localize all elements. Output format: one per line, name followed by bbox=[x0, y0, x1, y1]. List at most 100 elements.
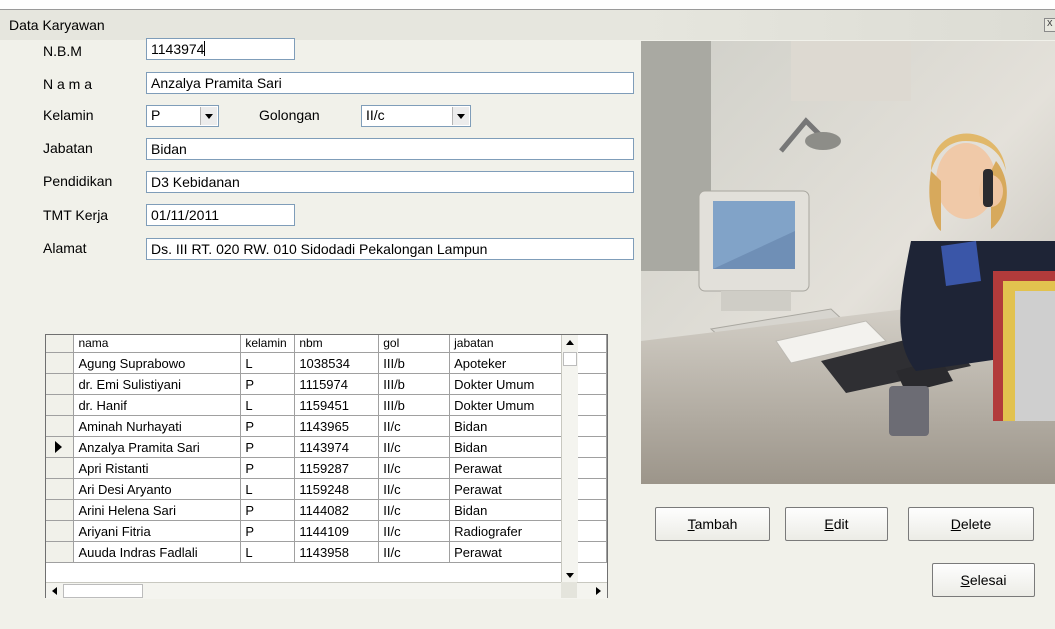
table-cell-kelamin[interactable]: L bbox=[240, 478, 296, 500]
table-cell-gol[interactable]: II/c bbox=[378, 415, 451, 437]
table-row[interactable]: Arini Helena Sari P 1144082 II/c Bidan bbox=[46, 499, 607, 521]
table-cell-nbm[interactable]: 1144082 bbox=[294, 499, 380, 521]
table-cell-jabatan[interactable]: Dokter Umum bbox=[449, 373, 607, 395]
row-indicator[interactable] bbox=[46, 520, 75, 542]
table-cell-nama[interactable]: Agung Suprabowo bbox=[73, 352, 242, 374]
scroll-down-icon[interactable] bbox=[562, 567, 578, 583]
column-header-gol[interactable]: gol bbox=[378, 335, 451, 353]
nama-field[interactable]: Anzalya Pramita Sari bbox=[146, 72, 634, 94]
tmt-field[interactable]: 01/11/2011 bbox=[146, 204, 295, 226]
table-cell-jabatan[interactable]: Bidan bbox=[449, 436, 607, 458]
table-cell-jabatan[interactable]: Bidan bbox=[449, 415, 607, 437]
table-row[interactable]: Anzalya Pramita Sari P 1143974 II/c Bidan bbox=[46, 436, 607, 458]
table-cell-nama[interactable]: Auuda Indras Fadlali bbox=[73, 541, 242, 563]
delete-button[interactable]: Delete bbox=[908, 507, 1034, 541]
table-cell-gol[interactable]: III/b bbox=[378, 394, 451, 416]
row-indicator[interactable] bbox=[46, 478, 75, 500]
grid-horizontal-scrollbar[interactable] bbox=[46, 582, 607, 599]
table-cell-gol[interactable]: II/c bbox=[378, 436, 451, 458]
table-row[interactable]: dr. Emi Sulistiyani P 1115974 III/b Dokter U… bbox=[46, 373, 607, 395]
table-row[interactable]: Aminah Nurhayati P 1143965 II/c Bidan bbox=[46, 415, 607, 437]
row-indicator[interactable] bbox=[46, 352, 75, 374]
table-cell-nama[interactable]: dr. Emi Sulistiyani bbox=[73, 373, 242, 395]
grid-vertical-scrollbar[interactable] bbox=[561, 335, 578, 585]
table-cell-jabatan[interactable]: Perawat bbox=[449, 457, 607, 479]
table-cell-jabatan[interactable]: Radiografer bbox=[449, 520, 607, 542]
table-cell-gol[interactable]: III/b bbox=[378, 352, 451, 374]
table-cell-jabatan[interactable]: Apoteker bbox=[449, 352, 607, 374]
tambah-button[interactable]: Tambah bbox=[655, 507, 770, 541]
golongan-select[interactable]: II/c bbox=[361, 105, 471, 127]
table-cell-nama[interactable]: Arini Helena Sari bbox=[73, 499, 242, 521]
table-cell-nbm[interactable]: 1159248 bbox=[294, 478, 380, 500]
table-cell-gol[interactable]: II/c bbox=[378, 478, 451, 500]
scroll-up-icon[interactable] bbox=[562, 335, 578, 351]
table-cell-nama[interactable]: Anzalya Pramita Sari bbox=[73, 436, 242, 458]
table-cell-gol[interactable]: II/c bbox=[378, 520, 451, 542]
table-cell-jabatan[interactable]: Perawat bbox=[449, 541, 607, 563]
table-cell-jabatan[interactable]: Bidan bbox=[449, 499, 607, 521]
table-cell-kelamin[interactable]: P bbox=[240, 436, 296, 458]
table-cell-nbm[interactable]: 1159287 bbox=[294, 457, 380, 479]
chevron-down-icon[interactable] bbox=[200, 107, 217, 125]
table-cell-kelamin[interactable]: L bbox=[240, 394, 296, 416]
table-cell-kelamin[interactable]: P bbox=[240, 415, 296, 437]
table-cell-nbm[interactable]: 1143965 bbox=[294, 415, 380, 437]
selesai-button[interactable]: Selesai bbox=[932, 563, 1035, 597]
table-row[interactable]: Ari Desi Aryanto L 1159248 II/c Perawat bbox=[46, 478, 607, 500]
table-cell-nbm[interactable]: 1115974 bbox=[294, 373, 380, 395]
row-indicator[interactable] bbox=[46, 436, 75, 458]
scroll-thumb[interactable] bbox=[563, 352, 577, 366]
edit-button[interactable]: Edit bbox=[785, 507, 888, 541]
table-cell-nbm[interactable]: 1159451 bbox=[294, 394, 380, 416]
close-icon[interactable] bbox=[1044, 17, 1055, 32]
row-indicator[interactable] bbox=[46, 457, 75, 479]
pendidikan-field[interactable]: D3 Kebidanan bbox=[146, 171, 634, 193]
table-row[interactable]: Agung Suprabowo L 1038534 III/b Apoteker bbox=[46, 352, 607, 374]
table-cell-nama[interactable]: Apri Ristanti bbox=[73, 457, 242, 479]
table-cell-kelamin[interactable]: P bbox=[240, 373, 296, 395]
table-cell-nama[interactable]: Aminah Nurhayati bbox=[73, 415, 242, 437]
table-row[interactable]: Apri Ristanti P 1159287 II/c Perawat bbox=[46, 457, 607, 479]
table-cell-kelamin[interactable]: P bbox=[240, 520, 296, 542]
scroll-right-icon[interactable] bbox=[590, 583, 606, 599]
table-cell-nama[interactable]: Ari Desi Aryanto bbox=[73, 478, 242, 500]
column-header-nbm[interactable]: nbm bbox=[294, 335, 380, 353]
row-indicator[interactable] bbox=[46, 415, 75, 437]
table-cell-gol[interactable]: II/c bbox=[378, 541, 451, 563]
row-indicator[interactable] bbox=[46, 499, 75, 521]
table-cell-nbm[interactable]: 1144109 bbox=[294, 520, 380, 542]
row-indicator[interactable] bbox=[46, 541, 75, 563]
title-bar: Data Karyawan bbox=[0, 10, 1055, 40]
table-cell-nbm[interactable]: 1143974 bbox=[294, 436, 380, 458]
nbm-field[interactable]: 1143974 bbox=[146, 38, 295, 60]
employee-grid[interactable]: nama kelamin nbm gol jabatan Agung Suprabowo L… bbox=[45, 334, 608, 598]
column-header-nama[interactable]: nama bbox=[73, 335, 242, 353]
chevron-down-icon[interactable] bbox=[452, 107, 469, 125]
table-row[interactable]: dr. Hanif L 1159451 III/b Dokter Umum bbox=[46, 394, 607, 416]
scroll-left-icon[interactable] bbox=[46, 583, 62, 599]
jabatan-field[interactable]: Bidan bbox=[146, 138, 634, 160]
table-row[interactable]: Ariyani Fitria P 1144109 II/c Radiografer bbox=[46, 520, 607, 542]
table-cell-kelamin[interactable]: L bbox=[240, 352, 296, 374]
table-cell-gol[interactable]: II/c bbox=[378, 499, 451, 521]
table-cell-nama[interactable]: dr. Hanif bbox=[73, 394, 242, 416]
alamat-field[interactable]: Ds. III RT. 020 RW. 010 Sidodadi Pekalon… bbox=[146, 238, 634, 260]
table-cell-nbm[interactable]: 1143958 bbox=[294, 541, 380, 563]
table-cell-gol[interactable]: III/b bbox=[378, 373, 451, 395]
scroll-thumb-horizontal[interactable] bbox=[63, 584, 143, 598]
row-indicator[interactable] bbox=[46, 394, 75, 416]
table-row[interactable]: Auuda Indras Fadlali L 1143958 II/c Perawat bbox=[46, 541, 607, 563]
row-indicator[interactable] bbox=[46, 373, 75, 395]
table-cell-kelamin[interactable]: P bbox=[240, 457, 296, 479]
table-cell-jabatan[interactable]: Perawat bbox=[449, 478, 607, 500]
kelamin-select[interactable]: P bbox=[146, 105, 219, 127]
table-cell-nama[interactable]: Ariyani Fitria bbox=[73, 520, 242, 542]
table-cell-gol[interactable]: II/c bbox=[378, 457, 451, 479]
table-cell-nbm[interactable]: 1038534 bbox=[294, 352, 380, 374]
table-cell-kelamin[interactable]: L bbox=[240, 541, 296, 563]
column-header-kelamin[interactable]: kelamin bbox=[240, 335, 296, 353]
column-header-jabatan[interactable]: jabatan bbox=[449, 335, 607, 353]
table-cell-kelamin[interactable]: P bbox=[240, 499, 296, 521]
table-cell-jabatan[interactable]: Dokter Umum bbox=[449, 394, 607, 416]
